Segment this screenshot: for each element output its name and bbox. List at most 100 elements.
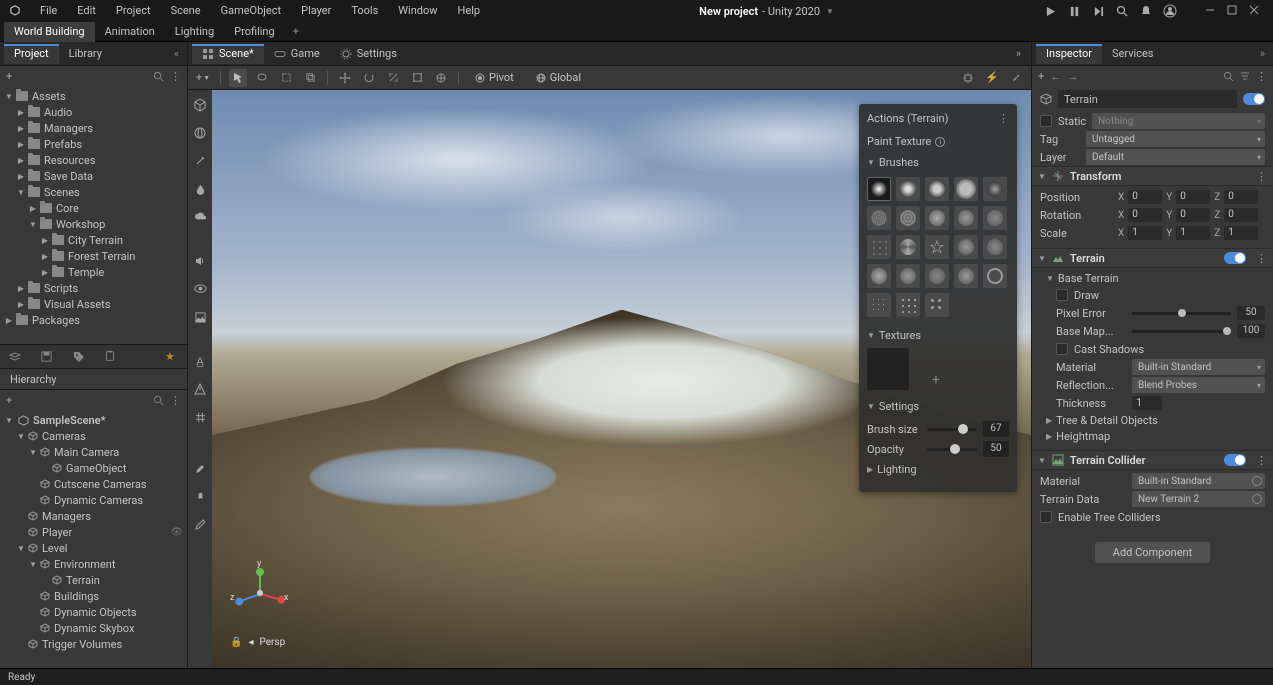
brush-ring[interactable] xyxy=(983,264,1007,288)
menu-project[interactable]: Project xyxy=(106,0,161,22)
tree-folder[interactable]: ▶Packages xyxy=(0,312,187,328)
pivot-toggle[interactable]: Pivot xyxy=(467,69,522,87)
collapse-left-icon[interactable]: « xyxy=(170,47,183,60)
brush-texture-3[interactable] xyxy=(925,206,949,230)
snap-icon[interactable] xyxy=(959,69,977,87)
thickness-field[interactable]: 1 xyxy=(1132,396,1162,410)
visibility-icon[interactable]: 👁 xyxy=(170,527,183,538)
clipboard-icon[interactable] xyxy=(104,350,118,364)
chevron-icon[interactable]: ▼ xyxy=(4,416,14,425)
cast-shadows-checkbox[interactable] xyxy=(1056,343,1068,355)
scene-root[interactable]: ▼SampleScene* xyxy=(0,412,187,428)
texture-slot[interactable] xyxy=(867,348,909,390)
base-map-slider[interactable] xyxy=(1132,330,1231,333)
more-icon[interactable]: ⋮ xyxy=(1256,170,1267,183)
pen-icon[interactable] xyxy=(191,516,209,534)
tab-lighting[interactable]: Lighting xyxy=(165,22,224,42)
brush-soft-round[interactable] xyxy=(867,177,891,201)
scene-viewport[interactable]: x y z 🔒 ◂ Persp Actions (Terrain) ⋮ Pain… xyxy=(212,90,1031,668)
scale-x[interactable]: 1 xyxy=(1128,226,1162,240)
hierarchy-item[interactable]: Dynamic Skybox xyxy=(0,620,187,636)
brush-size-slider[interactable] xyxy=(927,428,977,431)
picture-icon[interactable] xyxy=(191,308,209,326)
view-cube-icon[interactable] xyxy=(191,96,209,114)
brush-noise-2[interactable] xyxy=(983,235,1007,259)
nav-back-icon[interactable]: ← xyxy=(1050,70,1061,83)
tag-icon[interactable] xyxy=(72,350,86,364)
add-component-button[interactable]: Add Component xyxy=(1095,542,1210,563)
tree-folder[interactable]: ▶Save Data xyxy=(0,168,187,184)
tab-library[interactable]: Library xyxy=(59,44,112,64)
visibility-icon[interactable] xyxy=(191,280,209,298)
collapse-right-icon[interactable]: » xyxy=(1256,47,1269,60)
hierarchy-item[interactable]: Player👁 xyxy=(0,524,187,540)
hierarchy-item[interactable]: Terrain xyxy=(0,572,187,588)
brush-star[interactable]: ☆ xyxy=(925,235,949,259)
tree-folder[interactable]: ▶Prefabs xyxy=(0,136,187,152)
lock-icon[interactable]: 🔒 xyxy=(230,637,242,648)
add-gameobject-button[interactable]: + xyxy=(6,394,12,407)
hierarchy-item[interactable]: Buildings xyxy=(0,588,187,604)
tree-folder[interactable]: ▶Audio xyxy=(0,104,187,120)
tree-folder[interactable]: ▶Core xyxy=(0,200,187,216)
rotation-z[interactable]: 0 xyxy=(1224,208,1258,222)
tree-folder[interactable]: ▼Scenes xyxy=(0,184,187,200)
brushes-section[interactable]: ▼Brushes xyxy=(867,152,1009,175)
chevron-icon[interactable]: ▼ xyxy=(16,188,26,197)
tab-scene[interactable]: Scene* xyxy=(192,44,264,64)
object-picker-icon[interactable] xyxy=(1252,494,1262,504)
tree-folder[interactable]: ▶Temple xyxy=(0,264,187,280)
enable-tree-checkbox[interactable] xyxy=(1040,511,1052,523)
brush-cloud-3[interactable] xyxy=(925,264,949,288)
global-toggle[interactable]: Global xyxy=(528,69,589,87)
brush-texture-2[interactable] xyxy=(896,206,920,230)
hierarchy-item[interactable]: Managers xyxy=(0,508,187,524)
brush-hard-round-1[interactable] xyxy=(896,177,920,201)
opacity-slider[interactable] xyxy=(927,448,977,451)
text-icon[interactable]: A̲ xyxy=(191,352,209,370)
menu-window[interactable]: Window xyxy=(388,0,447,22)
tab-profiling[interactable]: Profiling xyxy=(224,22,285,42)
cursor-tool[interactable] xyxy=(229,69,247,87)
filter-icon[interactable] xyxy=(1240,71,1250,81)
menu-file[interactable]: File xyxy=(30,0,67,22)
brush-texture-1[interactable] xyxy=(867,206,891,230)
brush-dots-3[interactable] xyxy=(925,293,949,317)
hierarchy-tree[interactable]: ▼SampleScene*▼Cameras▼Main CameraGameObj… xyxy=(0,410,187,668)
globe-icon[interactable] xyxy=(191,124,209,142)
rotate-tool[interactable] xyxy=(360,69,378,87)
menu-tools[interactable]: Tools xyxy=(341,0,388,22)
drop-icon[interactable] xyxy=(191,180,209,198)
copy-tool[interactable] xyxy=(301,69,319,87)
move-tool[interactable] xyxy=(336,69,354,87)
tab-inspector[interactable]: Inspector xyxy=(1036,44,1102,64)
position-x[interactable]: 0 xyxy=(1128,190,1162,204)
material-dropdown[interactable]: Built-in Standard xyxy=(1132,359,1265,375)
static-dropdown[interactable]: Nothing xyxy=(1092,113,1265,129)
hierarchy-item[interactable]: ▼Cameras xyxy=(0,428,187,444)
base-map-value[interactable]: 100 xyxy=(1237,324,1265,338)
menu-player[interactable]: Player xyxy=(291,0,341,22)
brush-speckle-1[interactable] xyxy=(983,177,1007,201)
hierarchy-item[interactable]: Dynamic Objects xyxy=(0,604,187,620)
chevron-icon[interactable]: ▶ xyxy=(16,156,26,165)
menu-scene[interactable]: Scene xyxy=(161,0,211,22)
transform-tool[interactable] xyxy=(432,69,450,87)
wrench-icon[interactable] xyxy=(1007,69,1025,87)
tree-folder[interactable]: ▶Scripts xyxy=(0,280,187,296)
chevron-icon[interactable]: ▶ xyxy=(4,316,14,325)
grid-icon[interactable] xyxy=(191,408,209,426)
expand-right-icon[interactable]: » xyxy=(1010,47,1027,60)
brush-size-value[interactable]: 67 xyxy=(983,421,1009,437)
brush-cloud-2[interactable] xyxy=(896,264,920,288)
lasso-tool[interactable] xyxy=(253,69,271,87)
scale-y[interactable]: 1 xyxy=(1176,226,1210,240)
minimize-icon[interactable] xyxy=(1205,5,1217,17)
tab-world-building[interactable]: World Building xyxy=(4,22,95,42)
chevron-icon[interactable]: ▶ xyxy=(40,252,50,261)
position-z[interactable]: 0 xyxy=(1224,190,1258,204)
add-dropdown-button[interactable]: +▼ xyxy=(194,69,212,87)
menu-gameobject[interactable]: GameObject xyxy=(211,0,292,22)
chevron-icon[interactable]: ▶ xyxy=(16,108,26,117)
brush-cloud-4[interactable] xyxy=(954,264,978,288)
